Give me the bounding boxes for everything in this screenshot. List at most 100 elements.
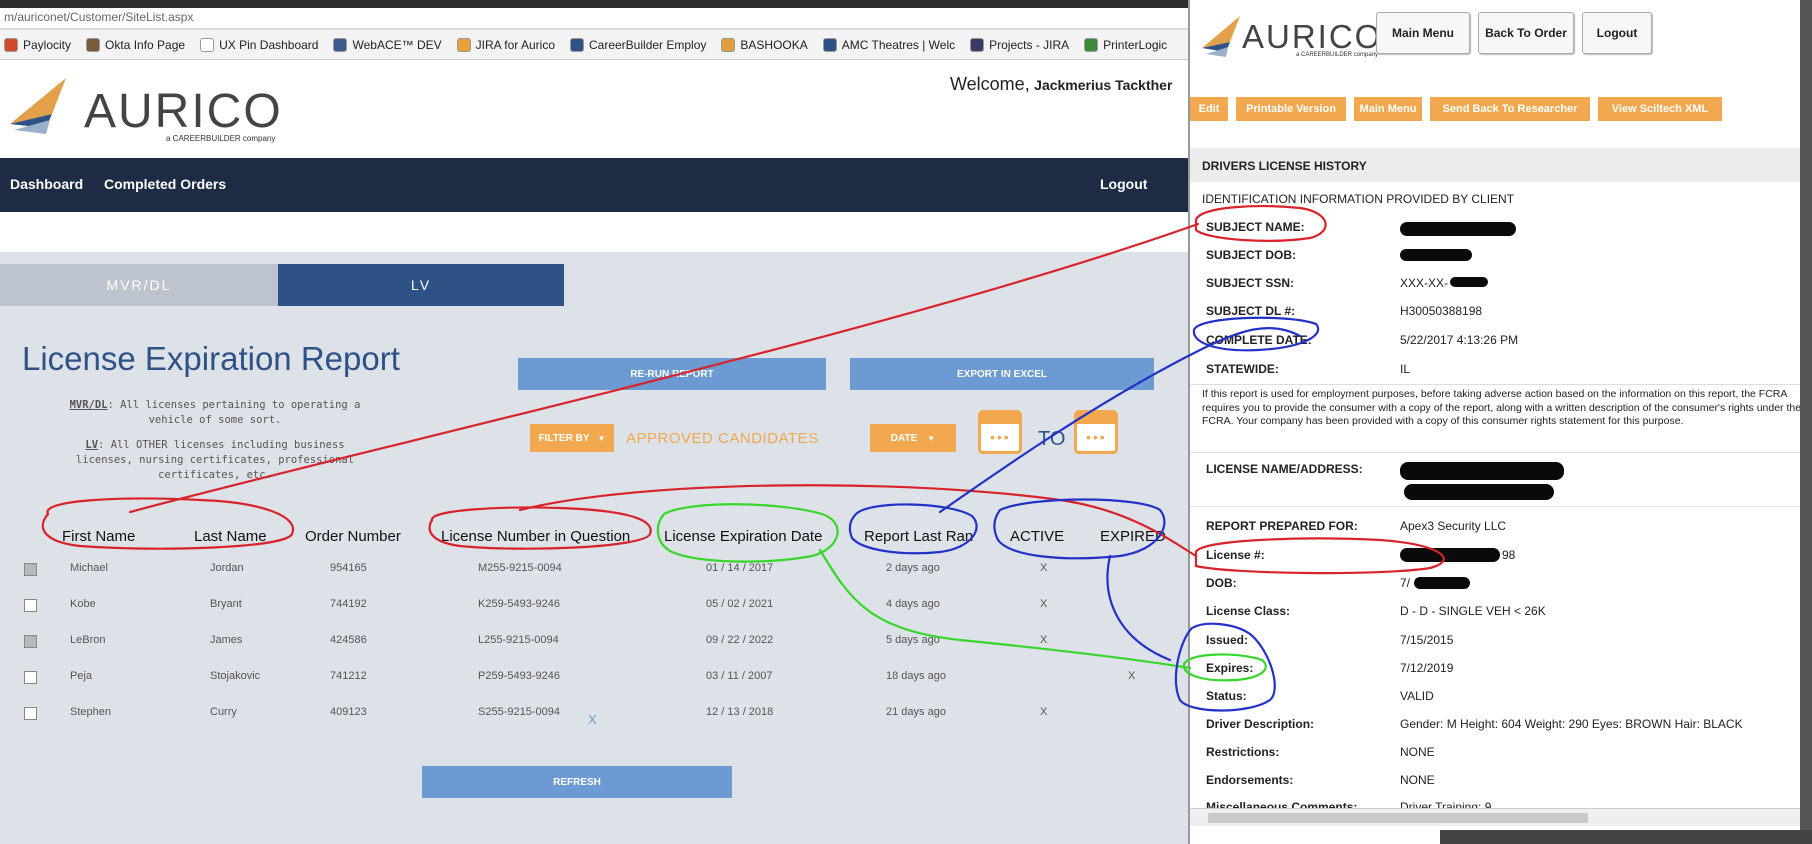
cell-order: 409123	[330, 706, 367, 718]
cell-license: M255-9215-0094	[478, 562, 562, 574]
cell-active: X	[1040, 598, 1048, 610]
fcra-notice: If this report is used for employment pu…	[1202, 388, 1802, 427]
lv-description: LV: All OTHER licenses including busines…	[60, 438, 370, 483]
tab-mvr-dl[interactable]: MVR/DL	[0, 264, 278, 306]
divider	[1190, 506, 1812, 507]
cell-last: Stojakovic	[210, 670, 261, 682]
nav-dashboard[interactable]: Dashboard	[10, 176, 83, 192]
cell-first: Stephen	[70, 706, 111, 718]
window-right-edge	[1800, 0, 1812, 844]
refresh-button[interactable]: REFRESH	[422, 766, 732, 798]
cell-license: S255-9215-0094	[478, 706, 560, 718]
date-range-to-label: TO	[1038, 428, 1066, 450]
bookmark-item[interactable]: BASHOOKA	[721, 37, 808, 52]
tab-lv[interactable]: LV	[278, 264, 564, 306]
bookmark-label: Paylocity	[23, 37, 72, 52]
license-number-value: 98	[1502, 548, 1516, 562]
expires-value: 7/12/2019	[1400, 661, 1454, 675]
redaction-mark	[1404, 484, 1554, 500]
cell-ran: 2 days ago	[886, 562, 940, 574]
nav-logout[interactable]: Logout	[1100, 176, 1147, 192]
bookmark-item[interactable]: JIRA for Aurico	[456, 37, 555, 52]
col-expiration-date[interactable]: License Expiration Date	[664, 528, 822, 545]
chevron-down-icon: ▼	[927, 433, 936, 443]
amc-icon	[822, 37, 837, 52]
rerun-report-button[interactable]: RE-RUN REPORT	[518, 358, 826, 390]
stray-x-mark: X	[588, 712, 597, 727]
nav-completed-orders[interactable]: Completed Orders	[104, 176, 226, 192]
horizontal-scrollbar[interactable]	[1190, 808, 1812, 826]
bookmark-item[interactable]: AMC Theatres | Welc	[822, 37, 955, 52]
redaction-mark	[1400, 222, 1516, 236]
section-drivers-license-history: DRIVERS LICENSE HISTORY	[1190, 148, 1812, 182]
bookmarks-bar: Paylocity Okta Info Page UX Pin Dashboard W…	[0, 30, 1190, 60]
edit-button[interactable]: Edit	[1190, 97, 1228, 121]
popup-logout-button[interactable]: Logout	[1582, 12, 1652, 54]
popup-back-to-order-button[interactable]: Back To Order	[1478, 12, 1574, 54]
export-excel-button[interactable]: EXPORT IN EXCEL	[850, 358, 1154, 390]
popup-aurico-logo-icon	[1200, 14, 1248, 58]
popup-main-menu-button[interactable]: Main Menu	[1376, 12, 1470, 54]
subject-dl-value: H30050388198	[1400, 304, 1483, 318]
cell-license: P259-5493-9246	[478, 670, 560, 682]
bookmark-item[interactable]: Projects - JIRA	[970, 37, 1069, 52]
bookmark-item[interactable]: PrinterLogic	[1084, 37, 1167, 52]
redaction-mark	[1400, 548, 1500, 562]
view-xml-button[interactable]: View Sciltech XML	[1598, 97, 1722, 121]
end-date-calendar-icon[interactable]	[1074, 410, 1118, 454]
bashooka-icon	[721, 37, 736, 52]
welcome-user: Jackmerius Tackther	[1034, 77, 1173, 93]
complete-date-label: COMPLETE DATE:	[1206, 333, 1312, 347]
cell-order: 741212	[330, 670, 367, 682]
col-first-name[interactable]: First Name	[62, 528, 135, 545]
action-main-menu-button[interactable]: Main Menu	[1354, 97, 1422, 121]
redaction-mark	[1400, 462, 1564, 480]
send-back-to-researcher-button[interactable]: Send Back To Researcher	[1430, 97, 1590, 121]
col-report-last-ran[interactable]: Report Last Ran	[864, 528, 973, 545]
cell-license: K259-5493-9246	[478, 598, 560, 610]
filter-selected-value: APPROVED CANDIDATES	[626, 430, 819, 447]
popup-aurico-logo-subtitle: a CAREERBUILDER company	[1296, 52, 1379, 58]
welcome-message: Welcome, Jackmerius Tackther	[950, 74, 1172, 95]
col-license-number[interactable]: License Number in Question	[441, 528, 630, 545]
row-checkbox[interactable]	[24, 707, 37, 720]
cell-active: X	[1040, 706, 1048, 718]
bookmark-item[interactable]: Paylocity	[4, 37, 72, 52]
bookmark-label: JIRA for Aurico	[475, 37, 555, 52]
start-date-calendar-icon[interactable]	[978, 410, 1022, 454]
bookmark-item[interactable]: WebACE™ DEV	[333, 37, 442, 52]
redaction-mark	[1450, 277, 1488, 287]
printable-version-button[interactable]: Printable Version	[1236, 97, 1346, 121]
cell-first: LeBron	[70, 634, 106, 646]
row-checkbox[interactable]	[24, 635, 37, 648]
issued-label: Issued:	[1206, 633, 1249, 647]
bookmark-label: UX Pin Dashboard	[219, 37, 319, 52]
lv-description-text: : All OTHER licenses including business …	[75, 439, 355, 481]
scrollbar-thumb[interactable]	[1208, 813, 1588, 823]
col-active[interactable]: ACTIVE	[1010, 528, 1064, 545]
cell-last: Jordan	[210, 562, 244, 574]
status-value: VALID	[1400, 689, 1434, 703]
filter-by-label: FILTER BY	[538, 432, 590, 444]
date-dropdown[interactable]: DATE ▼	[870, 424, 956, 452]
cell-exp: 03 / 11 / 2007	[706, 670, 773, 682]
cell-ran: 18 days ago	[886, 670, 946, 682]
row-checkbox[interactable]	[24, 563, 37, 576]
row-checkbox[interactable]	[24, 671, 37, 684]
row-checkbox[interactable]	[24, 599, 37, 612]
bookmark-item[interactable]: UX Pin Dashboard	[200, 37, 319, 52]
url-bar[interactable]: m/auriconet/Customer/SiteList.aspx	[0, 8, 1190, 28]
bookmark-item[interactable]: CareerBuilder Employ	[570, 37, 706, 52]
bookmark-item[interactable]: Okta Info Page	[86, 37, 185, 52]
endorsements-value: NONE	[1400, 773, 1435, 787]
popup-aurico-logo-text: AURICO	[1242, 18, 1383, 55]
col-order-number[interactable]: Order Number	[305, 528, 401, 545]
cell-ran: 4 days ago	[886, 598, 940, 610]
license-number-label: License #:	[1206, 548, 1265, 562]
cell-last: Bryant	[210, 598, 242, 610]
report-prepared-for-value: Apex3 Security LLC	[1400, 519, 1507, 533]
col-expired[interactable]: EXPIRED	[1100, 528, 1166, 545]
license-class-label: License Class:	[1206, 604, 1291, 618]
filter-by-dropdown[interactable]: FILTER BY ▼	[530, 424, 614, 452]
col-last-name[interactable]: Last Name	[194, 528, 267, 545]
